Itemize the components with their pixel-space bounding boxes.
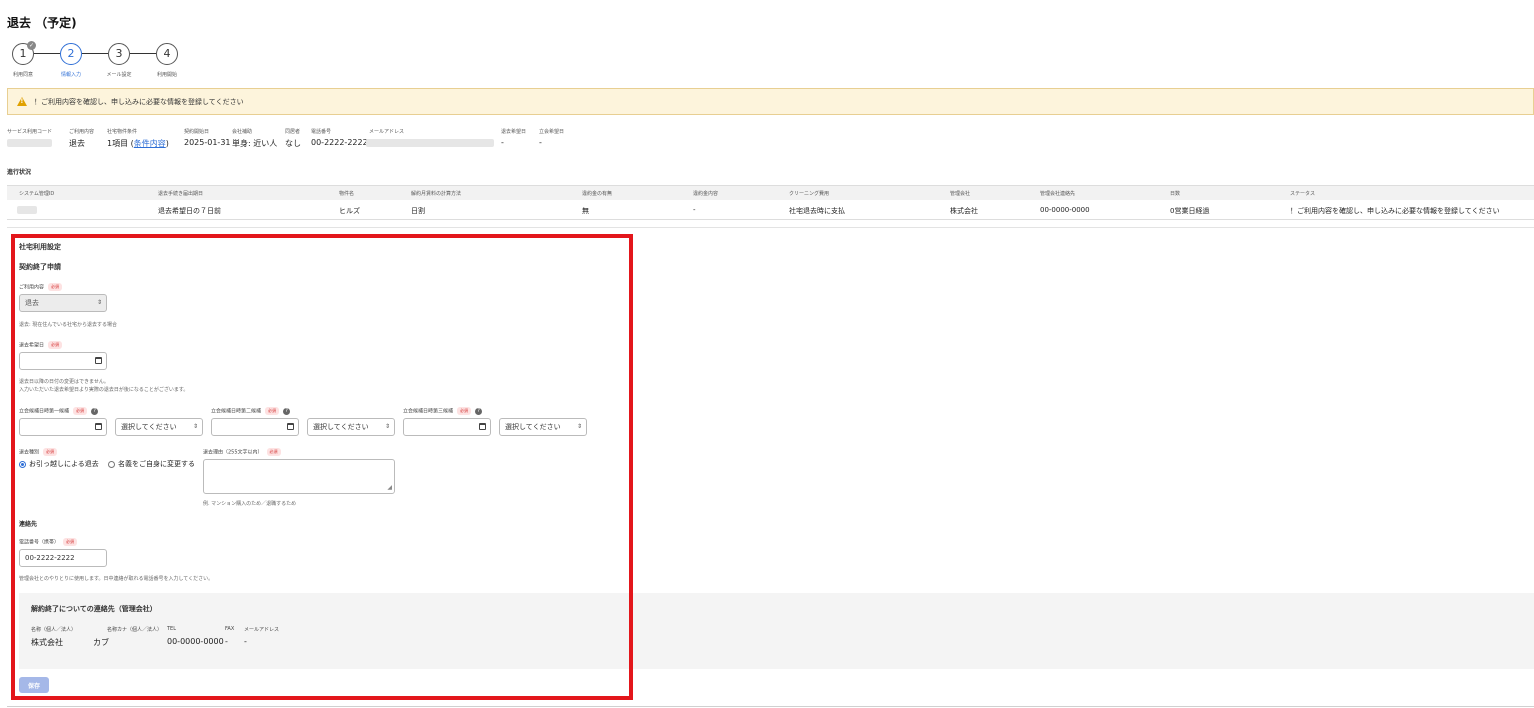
- column-header: 日数: [1170, 191, 1181, 197]
- step-1[interactable]: 1 ✓: [12, 41, 36, 65]
- step-2[interactable]: 2: [60, 43, 82, 65]
- table-cell: 株式会社: [950, 207, 978, 215]
- conditions-link[interactable]: 条件内容: [134, 139, 166, 148]
- column-header: 管理会社連絡先: [1040, 191, 1076, 197]
- company-label: 会社補助: [232, 129, 253, 135]
- company-value: 単身: 近い人: [232, 139, 278, 148]
- step-2-label: 情報入力: [60, 72, 81, 78]
- column-header: システム管理ID: [19, 191, 55, 197]
- email-label: メールアドレス: [369, 129, 405, 135]
- column-header: ステータス: [1290, 191, 1316, 197]
- conditions-label: 社宅物件条件: [107, 129, 138, 135]
- service-code-label: サービス利用コード: [7, 129, 53, 135]
- usage-value: 退去: [69, 139, 85, 148]
- column-header: クリーニング費用: [789, 191, 830, 197]
- conditions-value: 1項目 (条件内容): [107, 139, 169, 148]
- witness-date-label: 立会希望日: [539, 129, 565, 135]
- moveout-date-value: -: [501, 138, 504, 147]
- step-4-label: 利用開始: [156, 72, 177, 78]
- redacted-system-id: [17, 206, 37, 214]
- start-date-value: 2025-01-31: [184, 138, 231, 147]
- redacted-service-code: [7, 139, 52, 147]
- table-cell: -: [693, 206, 696, 214]
- cohabitant-label: 同居者: [285, 129, 301, 135]
- check-icon: ✓: [27, 41, 36, 50]
- column-header: 解約月賃料の計算方法: [411, 191, 462, 197]
- redacted-email: [366, 139, 494, 147]
- cohabitant-value: なし: [285, 139, 301, 148]
- progress-heading: 進行状況: [7, 169, 32, 176]
- step-connector: [130, 53, 156, 54]
- step-3[interactable]: 3: [108, 43, 130, 65]
- step-4[interactable]: 4: [156, 43, 178, 65]
- warning-alert: ! ！ご利用内容を確認し、申し込みに必要な情報を登録してください: [7, 88, 1534, 115]
- table-row: 退去希望日の７日前 ヒルズ 日割 無 - 社宅退去時に支払 株式会社 00-00…: [7, 200, 1534, 220]
- progress-table-header: システム管理ID 退去手続き届出期日 物件名 解約月賃料の計算方法 違約金の有無…: [7, 185, 1534, 200]
- column-header: 違約金の有無: [582, 191, 613, 197]
- column-header: 物件名: [339, 191, 355, 197]
- moveout-date-label: 退去希望日: [501, 129, 527, 135]
- table-cell: 無: [582, 207, 589, 215]
- page-title: 退去 （予定): [7, 16, 77, 30]
- table-cell: 退去希望日の７日前: [158, 207, 221, 215]
- alert-text: ！ご利用内容を確認し、申し込みに必要な情報を登録してください: [34, 97, 244, 106]
- warning-icon: !: [17, 97, 27, 106]
- table-cell: 日割: [411, 207, 425, 215]
- column-header: 退去手続き届出期日: [158, 191, 204, 197]
- usage-label: ご利用内容: [69, 129, 95, 135]
- step-connector: [82, 53, 108, 54]
- step-connector: [34, 53, 60, 54]
- step-1-label: 利用同意: [12, 72, 33, 78]
- table-cell: ヒルズ: [339, 207, 360, 215]
- table-cell: 0営業日経過: [1170, 207, 1210, 215]
- table-cell: 社宅退去時に支払: [789, 207, 845, 215]
- table-cell: 00-0000-0000: [1040, 206, 1090, 214]
- highlight-frame: [11, 234, 633, 700]
- column-header: 違約金内容: [693, 191, 719, 197]
- step-3-label: メール設定: [106, 72, 132, 78]
- phone-value: 00-2222-2222: [311, 138, 368, 147]
- phone-label: 電話番号: [311, 129, 332, 135]
- witness-date-value: -: [539, 138, 542, 147]
- start-date-label: 契約開始日: [184, 129, 210, 135]
- table-cell: ！ご利用内容を確認し、申し込みに必要な情報を登録してください: [1290, 207, 1500, 215]
- column-header: 管理会社: [950, 191, 971, 197]
